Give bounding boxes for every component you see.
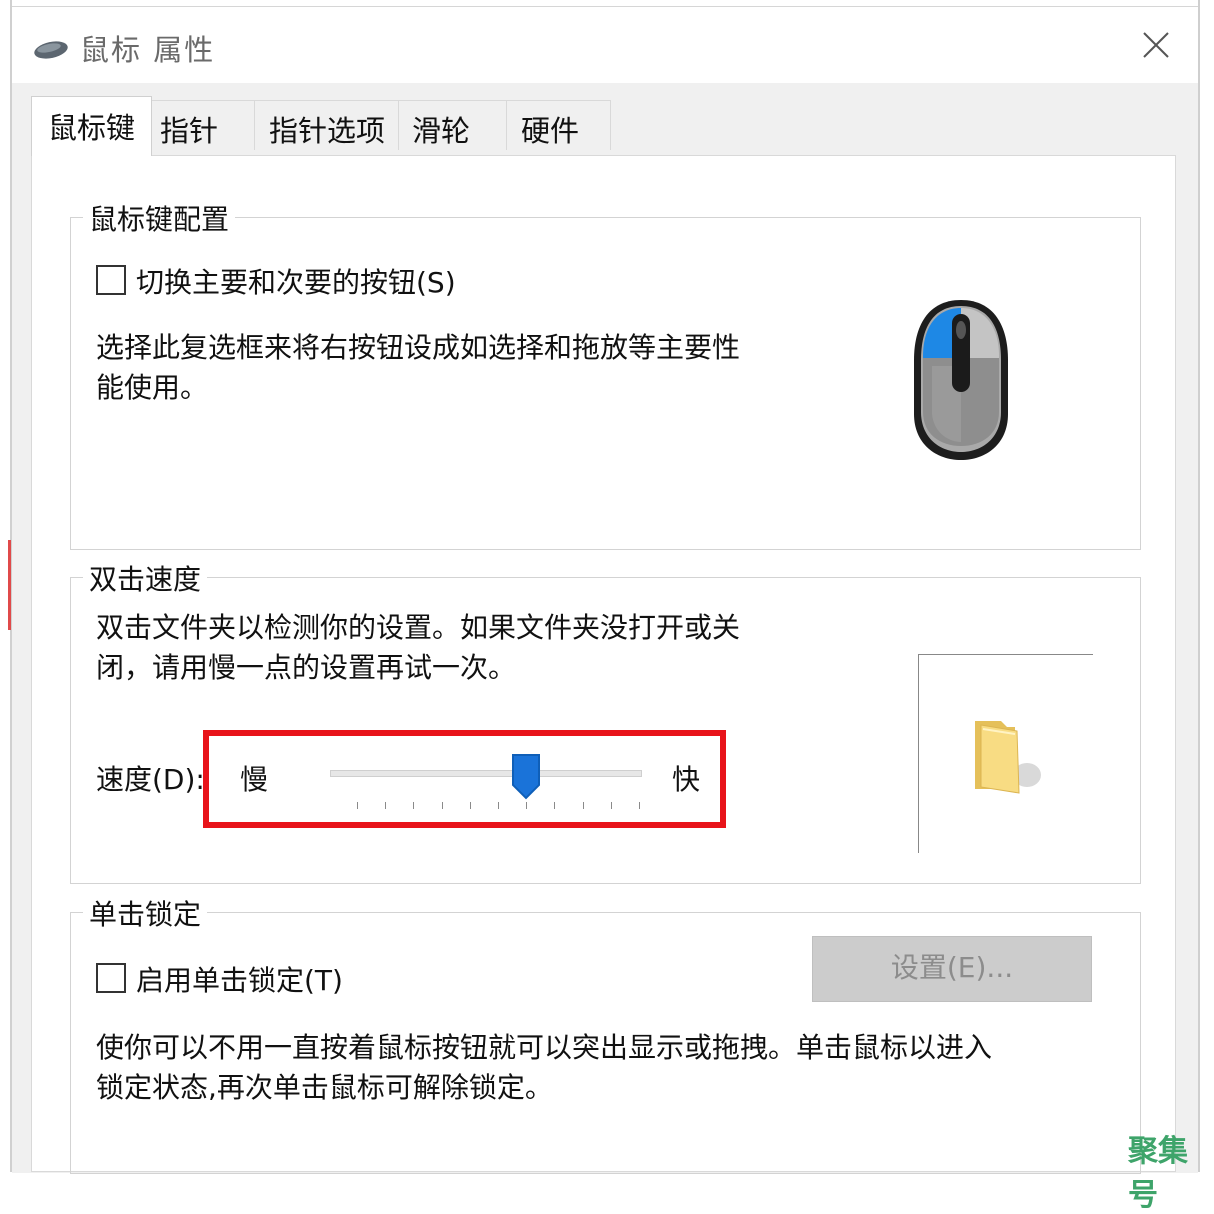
speed-slider-thumb[interactable] <box>511 753 541 800</box>
speed-label: 速度(D): <box>96 763 205 796</box>
speed-slider-tick <box>498 802 499 809</box>
fast-label: 快 <box>672 763 701 796</box>
click-lock-checkbox[interactable] <box>96 963 126 993</box>
tab-buttons[interactable]: 鼠标键 <box>31 96 152 156</box>
window-title: 鼠标 属性 <box>80 33 216 67</box>
speed-slider-tick <box>357 802 358 809</box>
click-lock-description-line2: 锁定状态,再次单击鼠标可解除锁定。 <box>96 1071 553 1104</box>
close-icon[interactable] <box>1136 25 1176 65</box>
click-lock-title: 单击锁定 <box>83 893 208 933</box>
tab-hardware-label: 硬件 <box>521 114 580 148</box>
button-config-title: 鼠标键配置 <box>83 198 236 238</box>
click-lock-description-line1: 使你可以不用一直按着鼠标按钮就可以突出显示或拖拽。单击鼠标以进入 <box>96 1031 993 1064</box>
watermark-text: 聚集号 <box>1128 1134 1188 1213</box>
speed-slider-tick <box>469 802 471 809</box>
speed-slider-tick <box>385 802 387 809</box>
speed-slider-tick <box>639 802 640 809</box>
speed-slider-tick <box>526 802 528 809</box>
highlight-annotation-box <box>203 730 726 828</box>
tab-pointers[interactable]: 指针 <box>151 100 255 150</box>
tab-buttons-label: 鼠标键 <box>48 111 136 145</box>
button-config-description-line2: 能使用。 <box>96 371 209 404</box>
click-lock-label[interactable]: 启用单击锁定(T) <box>136 959 343 999</box>
switch-buttons-checkbox[interactable] <box>96 265 126 295</box>
tab-pointer-options-label: 指针选项 <box>269 114 386 148</box>
double-click-description-line1: 双击文件夹以检测你的设置。如果文件夹没打开或关 <box>96 611 741 644</box>
button-config-description-line1: 选择此复选框来将右按钮设成如选择和拖放等主要性 <box>96 331 741 364</box>
speed-slider-track[interactable] <box>330 770 642 777</box>
tab-pointers-label: 指针 <box>160 114 219 148</box>
speed-slider-tick <box>413 802 415 809</box>
slow-label: 慢 <box>240 763 269 796</box>
background-edge-accent <box>8 540 11 630</box>
tab-wheel[interactable]: 滑轮 <box>398 100 507 150</box>
double-click-test-area[interactable] <box>918 654 1093 853</box>
switch-buttons-label[interactable]: 切换主要和次要的按钮(S) <box>136 261 456 301</box>
click-lock-settings-button[interactable]: 设置(E)... <box>812 936 1092 1002</box>
mouse-illustration-icon <box>914 300 1008 460</box>
mouse-app-icon <box>34 41 68 59</box>
speed-slider-tick <box>554 802 556 809</box>
title-bar: 鼠标 属性 <box>12 7 1198 83</box>
speed-slider-tick <box>441 802 443 809</box>
tab-wheel-label: 滑轮 <box>412 114 471 148</box>
folder-icon[interactable] <box>971 717 1045 797</box>
tab-pointer-options[interactable]: 指针选项 <box>254 100 399 150</box>
double-click-title: 双击速度 <box>83 558 208 598</box>
speed-slider-tick <box>582 802 584 809</box>
background-edge-right <box>1198 0 1200 1172</box>
double-click-description-line2: 闭，请用慢一点的设置再试一次。 <box>96 651 517 684</box>
tab-hardware[interactable]: 硬件 <box>506 100 611 150</box>
speed-slider-tick <box>610 802 612 809</box>
